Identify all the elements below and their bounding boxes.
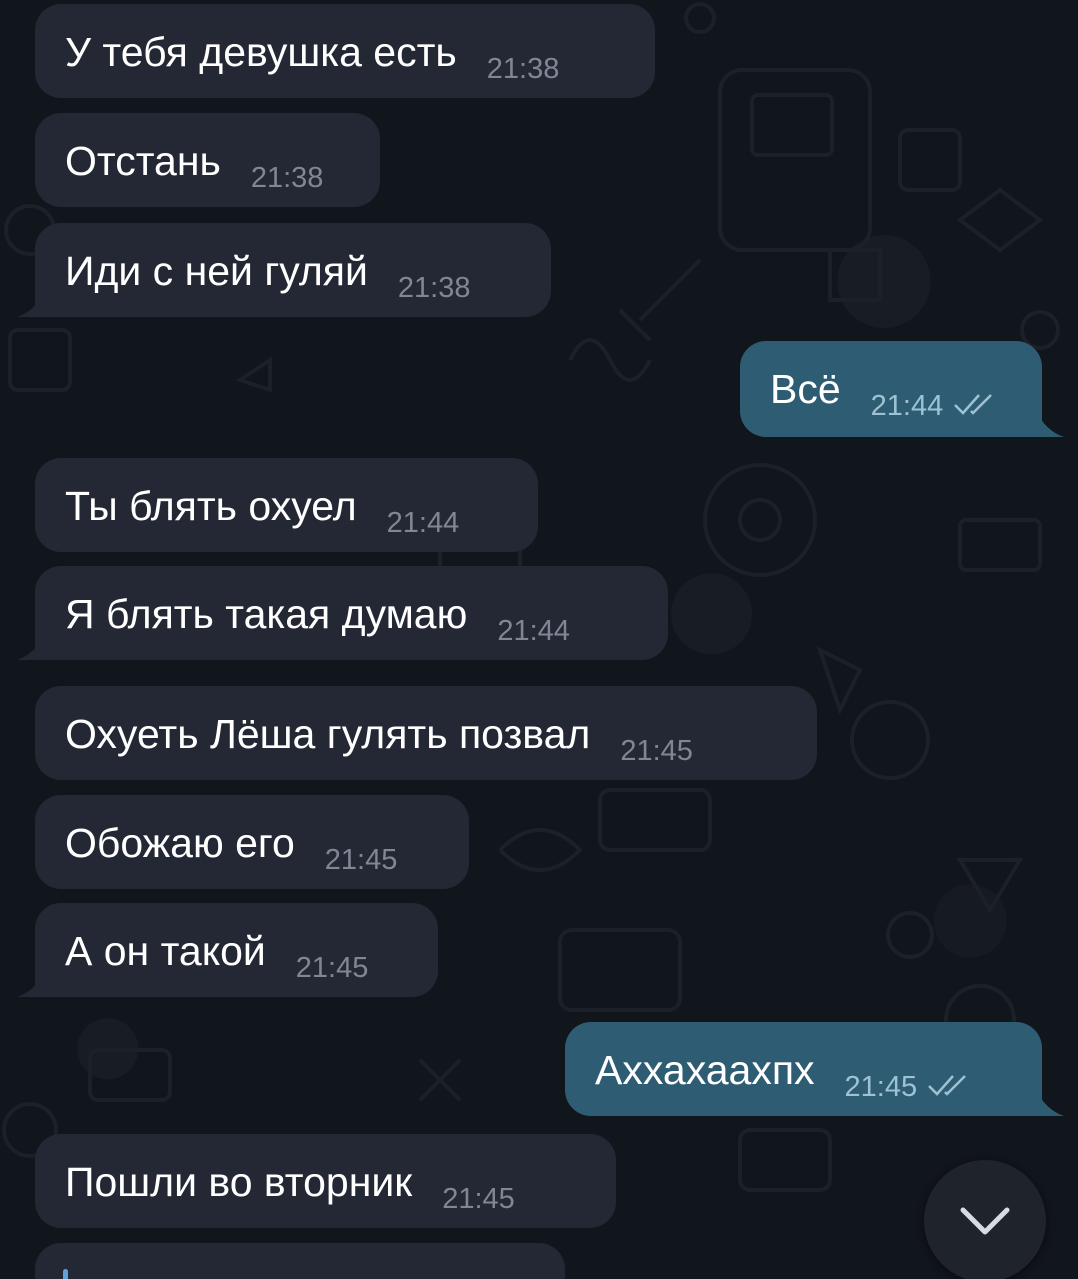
message-time: 21:45: [295, 952, 369, 984]
chevron-down-icon: [960, 1207, 1010, 1235]
reply-quote-bar: [63, 1269, 68, 1279]
bubble-tail: [17, 634, 45, 660]
incoming-message[interactable]: Ты блять охуел 21:44: [35, 458, 538, 552]
incoming-message-partial[interactable]: [35, 1243, 565, 1279]
outgoing-message[interactable]: Аххахаахпх 21:45: [565, 1022, 1042, 1116]
message-text: Аххахаахпх: [595, 1047, 815, 1093]
incoming-message[interactable]: А он такой 21:45: [35, 903, 438, 997]
message-text: Ты блять охуел: [65, 483, 357, 529]
double-check-icon: [953, 393, 995, 420]
message-time: 21:45: [442, 1183, 515, 1215]
message-text: Охуеть Лёша гулять позвал: [65, 711, 591, 757]
message-text: А он такой: [65, 928, 266, 974]
message-text: У тебя девушка есть: [65, 29, 457, 75]
incoming-message[interactable]: Обожаю его 21:45: [35, 795, 469, 889]
message-time: 21:44: [497, 615, 570, 647]
bubble-tail: [17, 971, 45, 997]
double-check-icon: [927, 1074, 969, 1101]
incoming-message[interactable]: Пошли во вторник 21:45: [35, 1134, 616, 1228]
incoming-message[interactable]: Охуеть Лёша гулять позвал 21:45: [35, 686, 817, 780]
message-text: Я блять такая думаю: [65, 591, 468, 637]
bubble-tail: [17, 291, 45, 317]
message-time: 21:38: [486, 53, 560, 85]
message-text: Отстань: [65, 138, 221, 184]
incoming-message[interactable]: Иди с ней гуляй 21:38: [35, 223, 551, 317]
message-time: 21:38: [250, 162, 324, 194]
incoming-message[interactable]: Я блять такая думаю 21:44: [35, 566, 668, 660]
message-time: 21:44: [870, 390, 944, 422]
message-time: 21:38: [397, 272, 471, 304]
message-text: Пошли во вторник: [65, 1159, 413, 1205]
message-time: 21:45: [844, 1071, 918, 1103]
message-time: 21:45: [620, 735, 693, 767]
outgoing-message[interactable]: Всё 21:44: [740, 341, 1042, 437]
bubble-tail: [1036, 411, 1064, 437]
message-time: 21:44: [386, 507, 460, 539]
message-text: Обожаю его: [65, 820, 295, 866]
bubble-tail: [1036, 1090, 1064, 1116]
message-text: Всё: [770, 366, 841, 412]
chat-area[interactable]: У тебя девушка есть 21:38 Отстань 21:38 …: [0, 0, 1078, 1279]
message-time: 21:45: [324, 844, 398, 876]
message-text: Иди с ней гуляй: [65, 248, 368, 294]
incoming-message[interactable]: У тебя девушка есть 21:38: [35, 4, 655, 98]
incoming-message[interactable]: Отстань 21:38: [35, 113, 380, 207]
scroll-down-button[interactable]: [924, 1160, 1046, 1279]
